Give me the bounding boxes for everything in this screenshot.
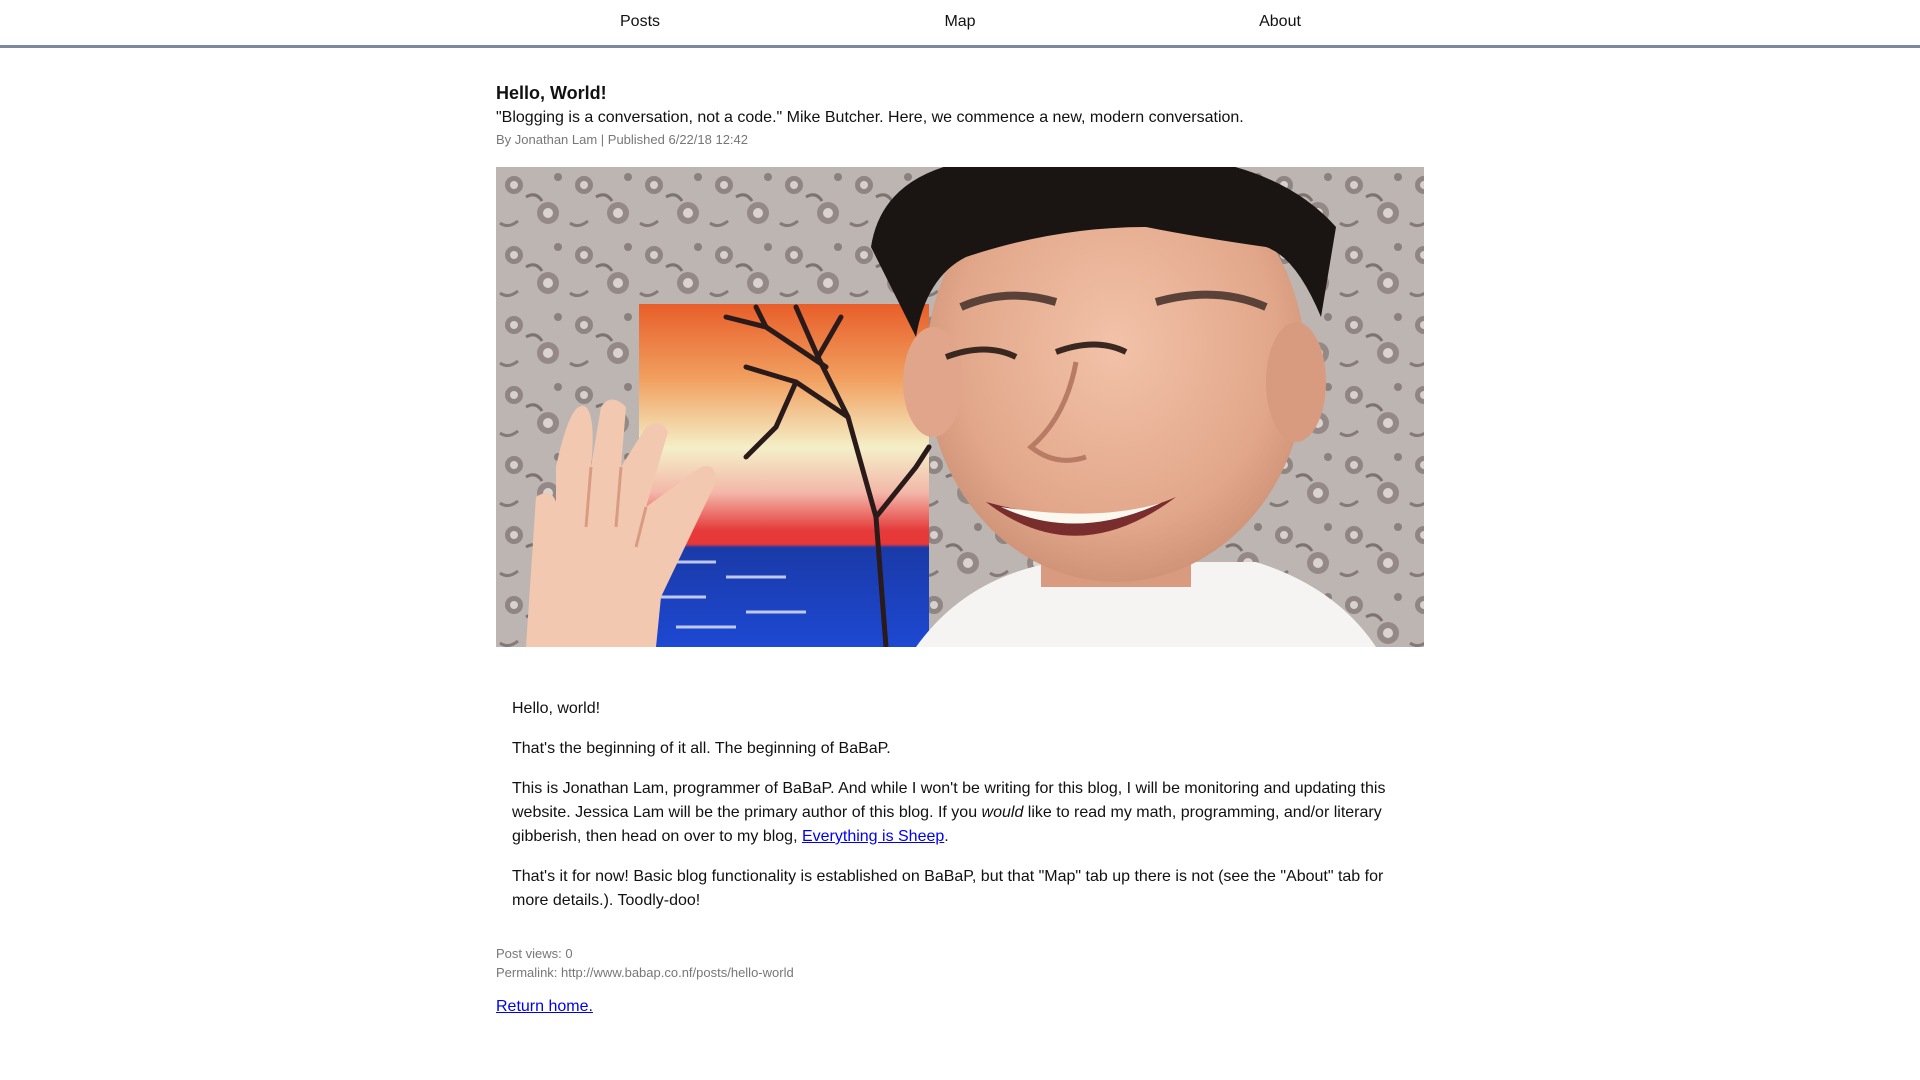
everything-is-sheep-link[interactable]: Everything is Sheep bbox=[802, 828, 944, 845]
top-navigation: Posts Map About bbox=[0, 0, 1920, 48]
post-meta: By Jonathan Lam | Published 6/22/18 12:4… bbox=[496, 132, 749, 147]
post-paragraph: That's it for now! Basic blog functional… bbox=[512, 868, 1384, 909]
post-article: Hello, World! "Blogging is a conversatio… bbox=[496, 82, 1424, 1015]
permalink: Permalink: http://www.babap.co.nf/posts/… bbox=[496, 965, 794, 980]
nav-map[interactable]: Map bbox=[944, 13, 975, 31]
post-title: Hello, World! bbox=[496, 83, 607, 103]
post-paragraph: This is Jonathan Lam, programmer of BaBa… bbox=[512, 777, 1412, 849]
post-stats: Post views: 0 Permalink: http://www.baba… bbox=[496, 944, 794, 982]
post-paragraph: That's the beginning of it all. The begi… bbox=[512, 740, 891, 757]
emphasis-text: would bbox=[981, 804, 1024, 821]
nav-about[interactable]: About bbox=[1259, 13, 1301, 31]
post-hero-image bbox=[496, 167, 1424, 647]
return-home-link[interactable]: Return home. bbox=[496, 998, 593, 1016]
post-paragraph: Hello, world! bbox=[512, 700, 601, 717]
post-body: Hello, world! That's the beginning of it… bbox=[512, 697, 1412, 929]
post-views: Post views: 0 bbox=[496, 946, 573, 961]
post-subtitle: "Blogging is a conversation, not a code.… bbox=[496, 109, 1244, 126]
paragraph-text: . bbox=[944, 828, 949, 845]
nav-posts[interactable]: Posts bbox=[620, 13, 660, 31]
